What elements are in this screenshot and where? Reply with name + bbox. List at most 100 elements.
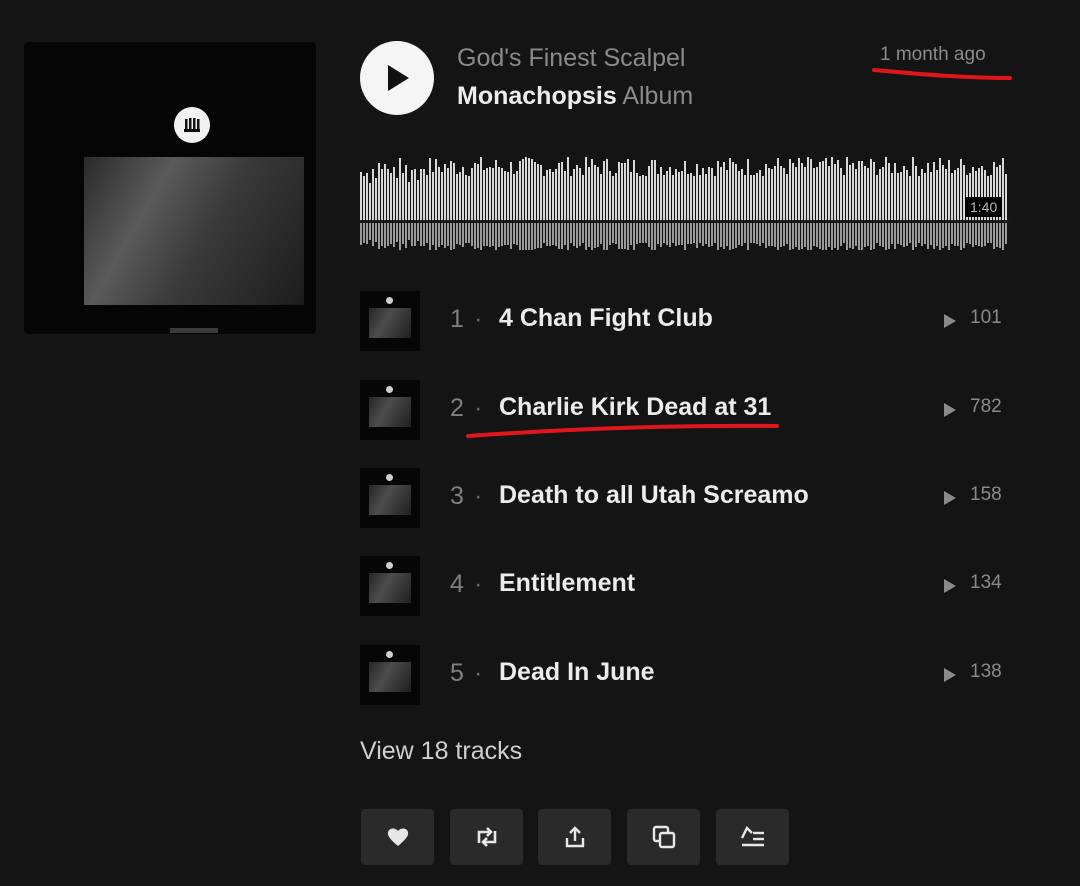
waveform-reflection-bar: [876, 223, 878, 243]
waveform-reflection-bar: [789, 223, 791, 250]
waveform-reflection-bar: [468, 223, 470, 243]
waveform-bar: [594, 165, 596, 220]
waveform-bar: [750, 175, 752, 220]
artist-name[interactable]: God's Finest Scalpel: [457, 44, 686, 73]
waveform-reflection-bar: [936, 223, 938, 246]
waveform-bar: [474, 163, 476, 220]
waveform-reflection-bar: [768, 223, 770, 246]
waveform-reflection-bar: [843, 223, 845, 243]
waveform-reflection-bar: [963, 223, 965, 248]
waveform-bar: [447, 168, 449, 220]
track-separator: ·: [474, 570, 483, 598]
album-title[interactable]: Monachopsis: [457, 82, 617, 110]
waveform-bar: [933, 162, 935, 220]
waveform-bar: [957, 168, 959, 220]
waveform-reflection-bar: [366, 223, 368, 244]
waveform-reflection-bar: [951, 223, 953, 244]
waveform-bar: [918, 176, 920, 220]
waveform-bar: [462, 167, 464, 220]
waveform-reflection-bar: [693, 223, 695, 243]
waveform-bar: [714, 176, 716, 220]
waveform-bar: [465, 175, 467, 220]
track-number: 5: [450, 659, 464, 687]
waveform-reflection-bar: [852, 223, 854, 249]
waveform-bar: [651, 160, 653, 220]
waveform-reflection-bar: [513, 223, 515, 244]
track-title[interactable]: Death to all Utah Screamo: [499, 481, 809, 510]
waveform-bar: [747, 159, 749, 220]
waveform-reflection-bar: [831, 223, 833, 250]
waveform-bar: [657, 174, 659, 220]
waveform-bar: [759, 170, 761, 220]
waveform-reflection-bar: [378, 223, 380, 249]
waveform-bar: [660, 167, 662, 220]
waveform-bar: [744, 175, 746, 220]
waveform-reflection-bar: [537, 223, 539, 248]
like-button[interactable]: [361, 809, 434, 865]
waveform-reflection-bar: [519, 223, 521, 250]
waveform-bar: [879, 169, 881, 220]
waveform[interactable]: [360, 150, 1010, 250]
waveform-reflection-bar: [381, 223, 383, 246]
waveform-bar: [621, 163, 623, 220]
waveform-bar: [627, 159, 629, 220]
share-icon: [565, 826, 584, 848]
waveform-bar: [819, 162, 821, 220]
waveform-bar: [669, 167, 671, 220]
waveform-bar: [870, 159, 872, 220]
waveform-reflection-bar: [993, 223, 995, 249]
copy-link-button[interactable]: [627, 809, 700, 865]
waveform-bar: [741, 169, 743, 220]
waveform-reflection-bar: [735, 223, 737, 248]
waveform-reflection-bar: [393, 223, 395, 247]
waveform-bar: [516, 171, 518, 220]
waveform-bar: [720, 167, 722, 220]
track-row[interactable]: 1 · 4 Chan Fight Club 101: [360, 291, 1010, 351]
track-row[interactable]: 3 · Death to all Utah Screamo 158: [360, 468, 1010, 528]
share-button[interactable]: [538, 809, 611, 865]
track-row[interactable]: 4 · Entitlement 134: [360, 556, 1010, 616]
waveform-reflection-bar: [927, 223, 929, 249]
waveform-reflection-bar: [480, 223, 482, 250]
waveform-bar: [837, 160, 839, 220]
view-all-tracks-link[interactable]: View 18 tracks: [360, 737, 522, 766]
waveform-bar: [915, 166, 917, 220]
waveform-reflection-bar: [972, 223, 974, 247]
waveform-bar: [912, 157, 914, 220]
waveform-reflection-bar: [726, 223, 728, 246]
waveform-bar: [399, 158, 401, 220]
track-title[interactable]: Dead In June: [499, 658, 655, 687]
add-to-queue-button[interactable]: [716, 809, 789, 865]
waveform-reflection-bar: [546, 223, 548, 246]
album-photo: [84, 157, 304, 305]
waveform-reflection-bar: [903, 223, 905, 247]
waveform-reflection-bar: [483, 223, 485, 246]
track-row[interactable]: 5 · Dead In June 138: [360, 645, 1010, 705]
waveform-reflection-bar: [624, 223, 626, 249]
waveform-reflection-bar: [864, 223, 866, 247]
waveform-bar: [936, 170, 938, 220]
waveform-bar: [489, 167, 491, 220]
waveform-reflection-bar: [459, 223, 461, 245]
track-title[interactable]: Entitlement: [499, 569, 635, 598]
waveform-bar: [393, 167, 395, 220]
play-button[interactable]: [360, 41, 434, 115]
waveform-bar: [579, 168, 581, 220]
waveform-bar: [795, 167, 797, 220]
waveform-reflection-bar: [750, 223, 752, 243]
waveform-reflection-bar: [615, 223, 617, 244]
waveform-bar: [921, 169, 923, 220]
waveform-reflection-bar: [906, 223, 908, 246]
track-title[interactable]: 4 Chan Fight Club: [499, 304, 713, 333]
album-artwork[interactable]: [24, 42, 316, 334]
waveform-bar: [366, 173, 368, 220]
copy-link-icon: [652, 825, 675, 849]
waveform-bar: [762, 176, 764, 220]
repost-button[interactable]: [450, 809, 523, 865]
track-thumbnail: [360, 380, 420, 440]
waveform-bar: [867, 168, 869, 220]
waveform-bar: [924, 173, 926, 220]
waveform-bar: [726, 170, 728, 220]
waveform-bar: [828, 166, 830, 220]
waveform-reflection-bar: [807, 223, 809, 250]
